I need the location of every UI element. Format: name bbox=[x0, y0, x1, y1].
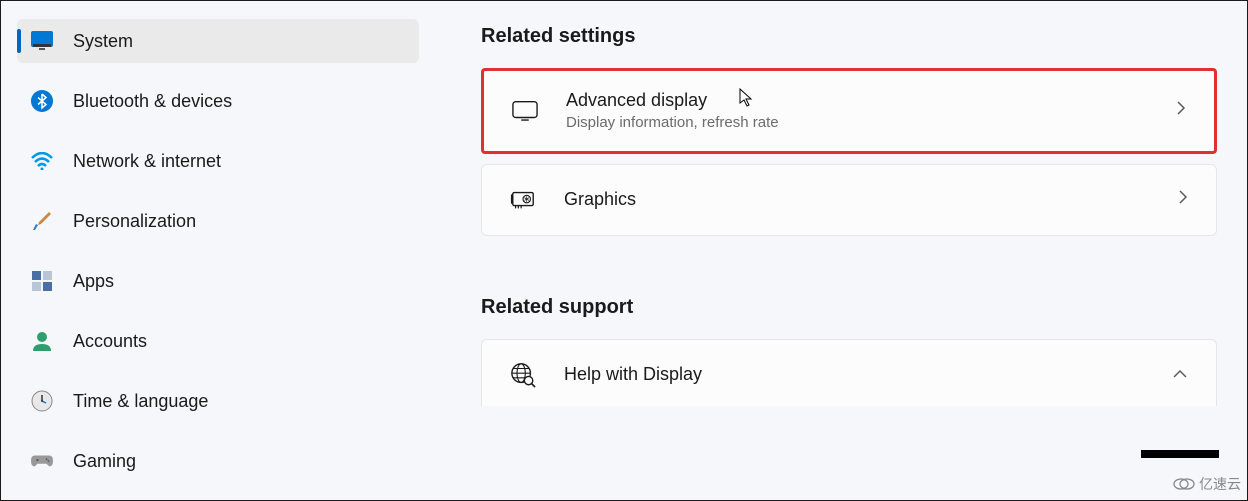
sidebar-item-accounts[interactable]: Accounts bbox=[17, 319, 419, 363]
sidebar-item-bluetooth[interactable]: Bluetooth & devices bbox=[17, 79, 419, 123]
chevron-up-icon bbox=[1172, 366, 1188, 384]
display-icon bbox=[512, 98, 538, 124]
sidebar-item-apps[interactable]: Apps bbox=[17, 259, 419, 303]
card-title: Advanced display bbox=[566, 89, 1176, 112]
watermark-bar bbox=[1141, 450, 1219, 458]
wifi-icon bbox=[31, 150, 53, 172]
sidebar-item-label: Apps bbox=[73, 271, 114, 292]
advanced-display-card[interactable]: Advanced display Display information, re… bbox=[481, 68, 1217, 154]
sidebar-item-system[interactable]: System bbox=[17, 19, 419, 63]
main-content: Related settings Advanced display Displa… bbox=[431, 1, 1247, 500]
chevron-right-icon bbox=[1176, 100, 1186, 121]
gamepad-icon bbox=[31, 450, 53, 472]
globe-search-icon bbox=[510, 362, 536, 388]
paintbrush-icon bbox=[31, 210, 53, 232]
sidebar-item-label: Accounts bbox=[73, 331, 147, 352]
card-text: Advanced display Display information, re… bbox=[566, 89, 1176, 133]
monitor-icon bbox=[31, 30, 53, 52]
sidebar: System Bluetooth & devices Network & int… bbox=[1, 1, 431, 500]
apps-icon bbox=[31, 270, 53, 292]
related-settings-header: Related settings bbox=[481, 25, 1217, 48]
clock-icon bbox=[31, 390, 53, 412]
gpu-icon bbox=[510, 187, 536, 213]
watermark: 亿速云 bbox=[1173, 474, 1241, 494]
sidebar-item-label: Personalization bbox=[73, 211, 196, 232]
card-subtitle: Display information, refresh rate bbox=[566, 113, 1176, 133]
help-display-card[interactable]: Help with Display bbox=[481, 339, 1217, 406]
card-text: Graphics bbox=[564, 188, 1178, 211]
related-support-header: Related support bbox=[481, 296, 1217, 319]
bluetooth-icon bbox=[31, 90, 53, 112]
sidebar-item-label: Time & language bbox=[73, 391, 208, 412]
sidebar-item-label: Bluetooth & devices bbox=[73, 91, 232, 112]
sidebar-item-time[interactable]: Time & language bbox=[17, 379, 419, 423]
graphics-card[interactable]: Graphics bbox=[481, 164, 1217, 236]
sidebar-item-label: Network & internet bbox=[73, 151, 221, 172]
sidebar-item-label: System bbox=[73, 31, 133, 52]
sidebar-item-personalization[interactable]: Personalization bbox=[17, 199, 419, 243]
chevron-right-icon bbox=[1178, 189, 1188, 210]
card-text: Help with Display bbox=[564, 363, 1172, 386]
card-title: Help with Display bbox=[564, 363, 1172, 386]
sidebar-item-network[interactable]: Network & internet bbox=[17, 139, 419, 183]
person-icon bbox=[31, 330, 53, 352]
sidebar-item-gaming[interactable]: Gaming bbox=[17, 439, 419, 483]
watermark-text: 亿速云 bbox=[1199, 474, 1241, 494]
card-title: Graphics bbox=[564, 188, 1178, 211]
cursor-icon bbox=[739, 88, 755, 113]
sidebar-item-label: Gaming bbox=[73, 451, 136, 472]
